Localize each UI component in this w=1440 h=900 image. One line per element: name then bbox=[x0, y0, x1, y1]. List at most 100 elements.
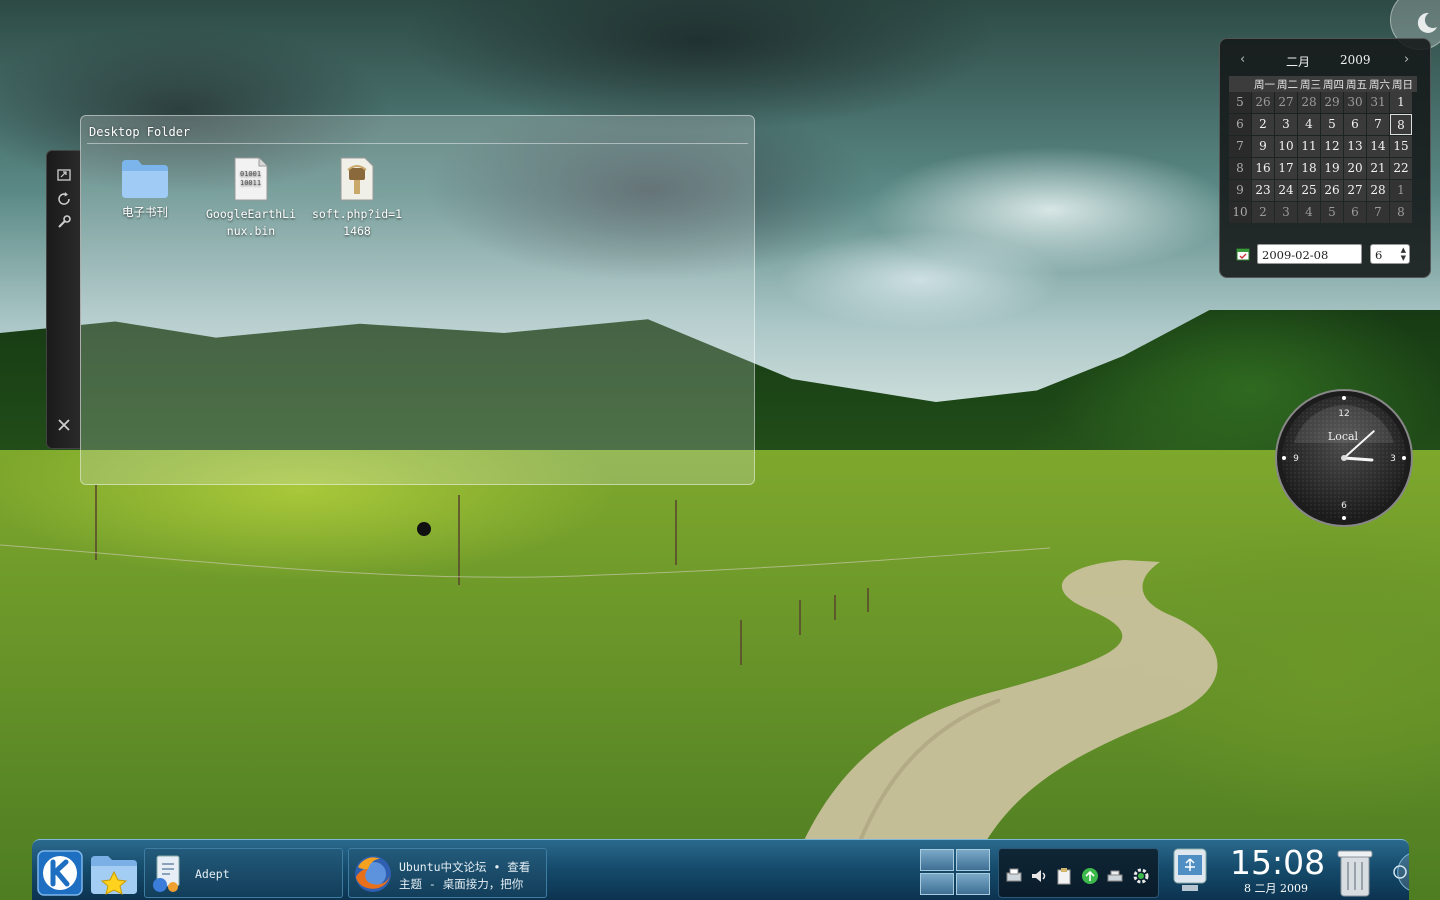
file-name: soft.php?id=11468 bbox=[311, 207, 402, 238]
calendar-day[interactable]: 27 bbox=[1275, 92, 1297, 113]
trash-icon[interactable] bbox=[1334, 846, 1376, 898]
calendar-day[interactable]: 6 bbox=[1344, 202, 1366, 223]
rotate-icon[interactable] bbox=[55, 191, 73, 209]
calendar-day[interactable]: 16 bbox=[1252, 158, 1274, 179]
clock-timezone-label: Local bbox=[1328, 430, 1359, 443]
file-item[interactable]: soft.php?id=11468 bbox=[309, 156, 405, 240]
weekday-label: 周六 bbox=[1369, 79, 1390, 91]
analog-clock-widget[interactable]: 12 3 6 9 Local bbox=[1274, 388, 1414, 528]
calendar-day[interactable]: 29 bbox=[1321, 92, 1343, 113]
week-number-spinbox[interactable]: 6 ▲ ▼ bbox=[1370, 244, 1410, 264]
calendar-day[interactable]: 4 bbox=[1298, 114, 1320, 135]
calendar-day[interactable]: 28 bbox=[1298, 92, 1320, 113]
calendar-day[interactable]: 30 bbox=[1344, 92, 1366, 113]
usb-device-icon[interactable] bbox=[1168, 847, 1212, 897]
calendar-day[interactable]: 25 bbox=[1298, 180, 1320, 201]
calendar-day[interactable]: 27 bbox=[1344, 180, 1366, 201]
next-month-button[interactable]: › bbox=[1404, 52, 1409, 67]
task-label: Ubuntu中文论坛 • 查看 主题 - 桌面接力，把你 bbox=[399, 859, 541, 893]
pager-desktop-1[interactable] bbox=[920, 849, 954, 871]
folder-favorites-icon[interactable] bbox=[88, 850, 140, 896]
svg-text:10011: 10011 bbox=[240, 179, 261, 187]
clock-time: 15:08 bbox=[1230, 843, 1326, 882]
calendar-day[interactable]: 15 bbox=[1390, 136, 1412, 157]
calendar-day[interactable]: 23 bbox=[1252, 180, 1274, 201]
adept-icon bbox=[153, 855, 180, 892]
calendar-day[interactable]: 10 bbox=[1275, 136, 1297, 157]
calendar-day[interactable]: 8 bbox=[1390, 114, 1412, 135]
calendar-day[interactable]: 3 bbox=[1275, 114, 1297, 135]
weekday-label: 周日 bbox=[1392, 79, 1413, 91]
panel-toolbox-icon[interactable] bbox=[1380, 850, 1409, 894]
calendar-day[interactable]: 24 bbox=[1275, 180, 1297, 201]
calendar-day[interactable]: 1 bbox=[1390, 180, 1412, 201]
applet-handle[interactable] bbox=[46, 150, 81, 449]
calendar-day[interactable]: 28 bbox=[1367, 180, 1389, 201]
week-number: 8 bbox=[1229, 158, 1251, 179]
file-item[interactable]: 电子书刊 bbox=[97, 156, 193, 221]
pager-desktop-3[interactable] bbox=[920, 873, 954, 895]
weekday-label: 周五 bbox=[1346, 79, 1367, 91]
calendar-day[interactable]: 8 bbox=[1390, 202, 1412, 223]
task-label-line1: Ubuntu中文论坛 • 查看 bbox=[399, 860, 531, 874]
pager-desktop-4[interactable] bbox=[956, 873, 990, 895]
kde-menu-icon[interactable] bbox=[36, 849, 84, 897]
settings-icon[interactable] bbox=[55, 214, 73, 232]
task-label: Adept bbox=[195, 867, 230, 881]
title-divider bbox=[87, 143, 748, 144]
previous-month-button[interactable]: ‹ bbox=[1240, 52, 1245, 67]
clock-numeral-9: 9 bbox=[1293, 454, 1299, 464]
calendar-day[interactable]: 14 bbox=[1367, 136, 1389, 157]
binary-file-icon: 01001 10011 bbox=[234, 157, 268, 201]
calendar-widget[interactable]: ‹ 二月 2009 › 周一 周二 周三 周四 周五 周六 周日 5 26 27 28… bbox=[1219, 38, 1431, 278]
calendar-day[interactable]: 1 bbox=[1390, 92, 1412, 113]
calendar-day[interactable]: 26 bbox=[1252, 92, 1274, 113]
clipboard-icon[interactable] bbox=[1054, 866, 1074, 886]
calendar-day[interactable]: 2 bbox=[1252, 114, 1274, 135]
spinbox-arrows-icon[interactable]: ▲ ▼ bbox=[1401, 246, 1406, 262]
digital-clock[interactable]: 15:08 8 二月 2009 bbox=[1230, 843, 1326, 896]
close-icon[interactable] bbox=[55, 417, 73, 435]
volume-icon[interactable] bbox=[1029, 866, 1049, 886]
calendar-day[interactable]: 7 bbox=[1367, 202, 1389, 223]
desktop-folder-view[interactable]: Desktop Folder 电子书刊 01001 10011 GoogleEa… bbox=[80, 115, 755, 485]
pager-desktop-2[interactable] bbox=[956, 849, 990, 871]
task-adept[interactable]: Adept bbox=[144, 848, 343, 898]
calendar-day[interactable]: 11 bbox=[1298, 136, 1320, 157]
calendar-day[interactable]: 5 bbox=[1321, 114, 1343, 135]
calendar-day[interactable]: 19 bbox=[1321, 158, 1343, 179]
network-icon[interactable] bbox=[1080, 866, 1100, 886]
week-number: 9 bbox=[1229, 180, 1251, 201]
file-item[interactable]: 01001 10011 GoogleEarthLinux.bin bbox=[203, 156, 299, 240]
calendar-day[interactable]: 20 bbox=[1344, 158, 1366, 179]
virtual-desktop-pager[interactable] bbox=[920, 849, 991, 895]
calendar-day[interactable]: 12 bbox=[1321, 136, 1343, 157]
weekday-label: 周三 bbox=[1300, 79, 1321, 91]
resize-icon[interactable] bbox=[55, 167, 73, 185]
week-number-value: 6 bbox=[1375, 248, 1383, 262]
calendar-month[interactable]: 二月 bbox=[1286, 53, 1310, 70]
calendar-day[interactable]: 17 bbox=[1275, 158, 1297, 179]
calendar-day[interactable]: 9 bbox=[1252, 136, 1274, 157]
weekday-label: 周一 bbox=[1254, 79, 1275, 91]
calendar-day[interactable]: 4 bbox=[1298, 202, 1320, 223]
clock-numeral-6: 6 bbox=[1341, 501, 1347, 511]
clock-numeral-3: 3 bbox=[1390, 454, 1396, 464]
calendar-day[interactable]: 26 bbox=[1321, 180, 1343, 201]
calendar-day[interactable]: 21 bbox=[1367, 158, 1389, 179]
settings-gear-icon[interactable] bbox=[1131, 866, 1151, 886]
task-firefox[interactable]: Ubuntu中文论坛 • 查看 主题 - 桌面接力，把你 bbox=[348, 848, 547, 898]
calendar-day[interactable]: 7 bbox=[1367, 114, 1389, 135]
printer-icon[interactable] bbox=[1004, 866, 1024, 886]
calendar-day[interactable]: 3 bbox=[1275, 202, 1297, 223]
device-icon[interactable] bbox=[1105, 866, 1125, 886]
calendar-day[interactable]: 2 bbox=[1252, 202, 1274, 223]
calendar-day[interactable]: 18 bbox=[1298, 158, 1320, 179]
date-input[interactable]: 2009-02-08 bbox=[1257, 244, 1362, 264]
calendar-day[interactable]: 6 bbox=[1344, 114, 1366, 135]
calendar-day[interactable]: 13 bbox=[1344, 136, 1366, 157]
calendar-day[interactable]: 22 bbox=[1390, 158, 1412, 179]
calendar-day[interactable]: 31 bbox=[1367, 92, 1389, 113]
calendar-year[interactable]: 2009 bbox=[1340, 53, 1371, 67]
calendar-day[interactable]: 5 bbox=[1321, 202, 1343, 223]
